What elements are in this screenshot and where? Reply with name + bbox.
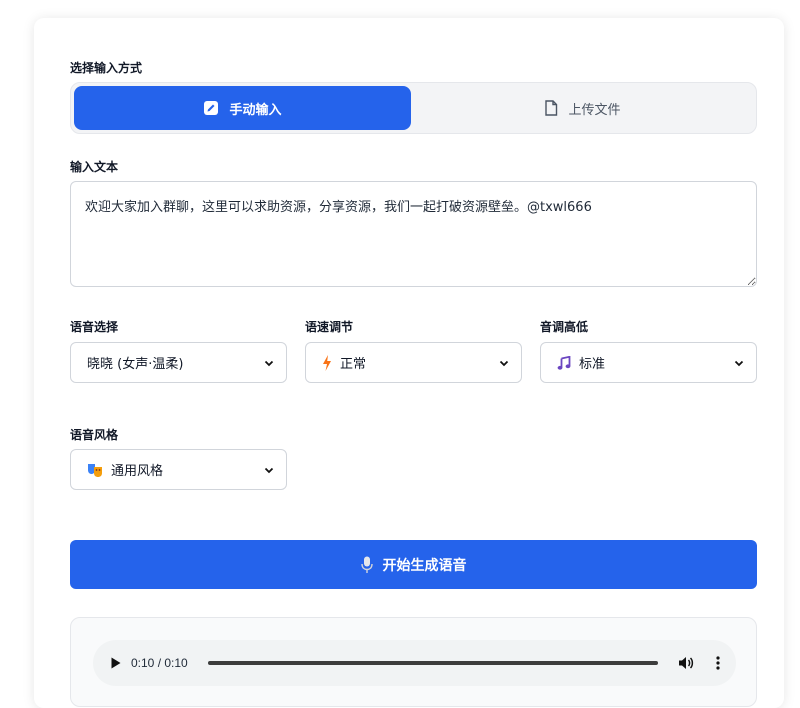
upload-file-label: 上传文件 [568,102,621,118]
pitch-select[interactable]: 标准 [540,342,757,383]
file-icon [544,100,558,116]
style-select-label: 语音风格 [70,428,119,442]
speed-select-value: 正常 [340,357,367,372]
generate-speech-label: 开始生成语音 [382,557,467,574]
style-select[interactable]: 通用风格 [70,449,287,490]
input-mode-switch: 手动输入 上传文件 [70,82,757,134]
audio-panel: 0:10 / 0:10 [70,617,757,707]
volume-icon[interactable] [678,656,694,670]
manual-input-tab[interactable]: 手动输入 [74,86,411,130]
chevron-down-icon [264,465,274,475]
microphone-icon [360,556,373,574]
voice-select-label: 语音选择 [70,320,119,334]
generate-speech-button[interactable]: 开始生成语音 [70,540,757,589]
speed-select[interactable]: 正常 [305,342,522,383]
audio-player: 0:10 / 0:10 [93,640,736,686]
speed-select-label: 语速调节 [305,320,354,334]
play-icon[interactable] [111,657,121,669]
upload-file-tab[interactable]: 上传文件 [414,86,751,130]
pitch-select-value: 标准 [579,357,606,372]
pencil-icon [203,100,219,116]
more-options-icon[interactable] [716,656,720,670]
lightning-icon [322,354,332,371]
chevron-down-icon [734,358,744,368]
chevron-down-icon [499,358,509,368]
theater-masks-icon [87,462,103,478]
style-select-value: 通用风格 [111,464,164,479]
pitch-select-label: 音调高低 [540,320,589,334]
voice-select-value: 晓晓 (女声·温柔) [87,357,184,372]
audio-time: 0:10 / 0:10 [131,656,188,670]
text-input-field[interactable]: 欢迎大家加入群聊，这里可以求助资源，分享资源，我们一起打破资源壁垒。@txwl6… [70,181,757,287]
manual-input-label: 手动输入 [229,102,282,118]
input-mode-label: 选择输入方式 [70,61,143,75]
text-input-label: 输入文本 [70,160,119,174]
music-note-icon [557,355,571,370]
voice-select[interactable]: 晓晓 (女声·温柔) [70,342,287,383]
chevron-down-icon [264,358,274,368]
audio-progress-bar[interactable] [207,661,658,665]
